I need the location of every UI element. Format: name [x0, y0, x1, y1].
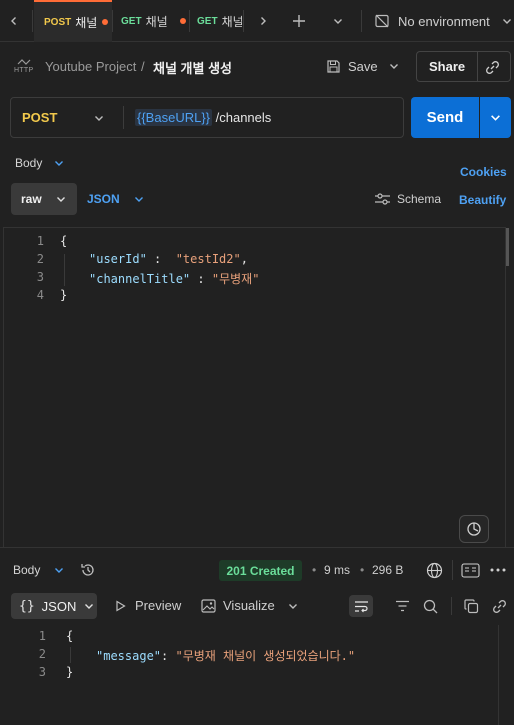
tab-post-channel[interactable]: POST 채널 [34, 0, 112, 42]
code-line-3: "channelTitle" : "무병재" [89, 272, 260, 286]
code-token: { [60, 234, 68, 248]
share-button[interactable]: Share [429, 59, 465, 74]
body-format-label: JSON [87, 192, 120, 206]
response-time[interactable]: 9 ms [324, 563, 350, 577]
send-options-chevron-icon[interactable] [480, 97, 511, 138]
wrap-lines-icon[interactable] [349, 595, 373, 617]
response-size[interactable]: 296 B [372, 563, 403, 577]
body-mode-select[interactable]: raw [11, 183, 77, 215]
line-number: 1 [38, 629, 46, 643]
breadcrumb-collection[interactable]: Youtube Project [45, 59, 136, 74]
chevron-down-icon[interactable] [328, 11, 348, 31]
sliders-icon [375, 193, 390, 205]
environment-label: No environment [398, 13, 490, 29]
chevron-down-icon [55, 568, 64, 573]
line-number: 2 [38, 647, 46, 661]
tab-bar: POST 채널 GET 채널 GET 채널 No environment [0, 0, 514, 42]
status-text: 201 Created [226, 563, 295, 578]
save-label: Save [348, 58, 378, 74]
unsaved-dot-icon [102, 19, 109, 25]
plus-icon[interactable] [289, 11, 309, 31]
chevron-down-icon [502, 19, 511, 24]
schema-button[interactable]: Schema [374, 192, 441, 206]
tab-get-channel-2[interactable]: GET 채널 [190, 0, 242, 42]
url-input[interactable]: {{BaseURL}} /channels [135, 98, 400, 137]
code-line-2: "userId" : "testId2", [89, 252, 248, 266]
link-icon[interactable] [490, 597, 508, 615]
response-format-select[interactable]: {} JSON [11, 593, 97, 619]
line-number: 3 [36, 270, 44, 284]
method-label: POST [22, 110, 58, 125]
preview-button[interactable]: Preview [115, 598, 181, 613]
url-path: /channels [212, 110, 272, 125]
visualize-button[interactable]: Visualize [201, 598, 275, 613]
chevron-down-icon [85, 604, 94, 609]
preview-label: Preview [135, 598, 182, 613]
cookies-link[interactable]: Cookies [460, 165, 507, 179]
link-icon[interactable] [483, 58, 501, 76]
line-number: 1 [36, 234, 44, 248]
status-badge[interactable]: 201 Created [219, 560, 302, 581]
visualize-options-chevron-icon[interactable] [285, 598, 301, 614]
send-button[interactable]: Send [411, 97, 479, 138]
autocomplete-icon[interactable] [459, 515, 489, 543]
braces-icon: {} [19, 598, 35, 614]
beautify-link[interactable]: Beautify [459, 193, 506, 207]
body-format-select[interactable]: JSON [87, 192, 144, 206]
breadcrumb-separator: / [141, 59, 145, 74]
play-icon [116, 599, 126, 612]
line-number: 2 [36, 252, 44, 266]
visualize-label: Visualize [223, 598, 275, 613]
tab-method: GET [121, 15, 142, 27]
tab-label: 채널 [221, 14, 242, 29]
method-select[interactable]: POST [11, 98, 123, 137]
unsaved-dot-icon [179, 18, 186, 24]
save-icon [327, 59, 340, 73]
code-token: } [66, 665, 74, 679]
response-body-viewer[interactable]: 1 2 3 { "message": "무병재 채널이 생성되었습니다." } [0, 625, 514, 725]
response-body-label: Body [13, 563, 41, 577]
chevron-down-icon [95, 116, 103, 121]
tab-method: GET [197, 15, 218, 27]
chevron-right-icon[interactable] [253, 11, 273, 31]
body-tab-label: Body [15, 156, 43, 170]
history-icon[interactable] [79, 561, 97, 579]
line-number: 3 [38, 665, 46, 679]
tab-method: POST [44, 16, 72, 28]
no-environment-icon [375, 14, 389, 28]
search-icon[interactable] [421, 597, 439, 615]
environment-selector[interactable]: No environment [362, 0, 514, 42]
separator-dot: • [360, 563, 365, 577]
save-example-icon[interactable] [460, 561, 481, 579]
url-bar: POST {{BaseURL}} /channels [10, 97, 404, 138]
page-title[interactable]: 채널 개별 생성 [153, 58, 232, 77]
tab-label: 채널 [75, 15, 98, 30]
share-group: Share [416, 51, 511, 82]
filter-icon[interactable] [393, 597, 411, 615]
line-number: 4 [36, 288, 44, 302]
code-token: { [66, 629, 74, 643]
request-body-editor[interactable]: 1 2 3 4 { "userId" : "testId2", "channel… [3, 227, 509, 547]
copy-icon[interactable] [462, 597, 480, 615]
more-icon[interactable] [488, 561, 508, 579]
tab-get-channel-1[interactable]: GET 채널 [113, 0, 189, 42]
tab-label: 채널 [145, 14, 168, 29]
http-icon: HTTP [14, 58, 34, 76]
response-line-2: "message": "무병재 채널이 생성되었습니다." [96, 649, 356, 663]
body-tab[interactable]: Body [15, 156, 64, 170]
save-options-chevron-icon[interactable] [386, 58, 402, 74]
globe-icon[interactable] [424, 560, 444, 580]
url-variable: {{BaseURL}} [135, 109, 213, 126]
image-icon [201, 598, 216, 613]
chevron-down-icon [134, 197, 143, 202]
chevron-down-icon [56, 197, 65, 202]
chevron-down-icon [55, 161, 64, 166]
code-token: } [60, 288, 68, 302]
separator-dot: • [312, 563, 317, 577]
chevron-left-icon[interactable] [4, 11, 24, 31]
response-body-tab[interactable]: Body [13, 563, 64, 577]
response-format-label: JSON [41, 598, 77, 614]
schema-label: Schema [397, 192, 442, 206]
body-mode-label: raw [21, 192, 42, 206]
